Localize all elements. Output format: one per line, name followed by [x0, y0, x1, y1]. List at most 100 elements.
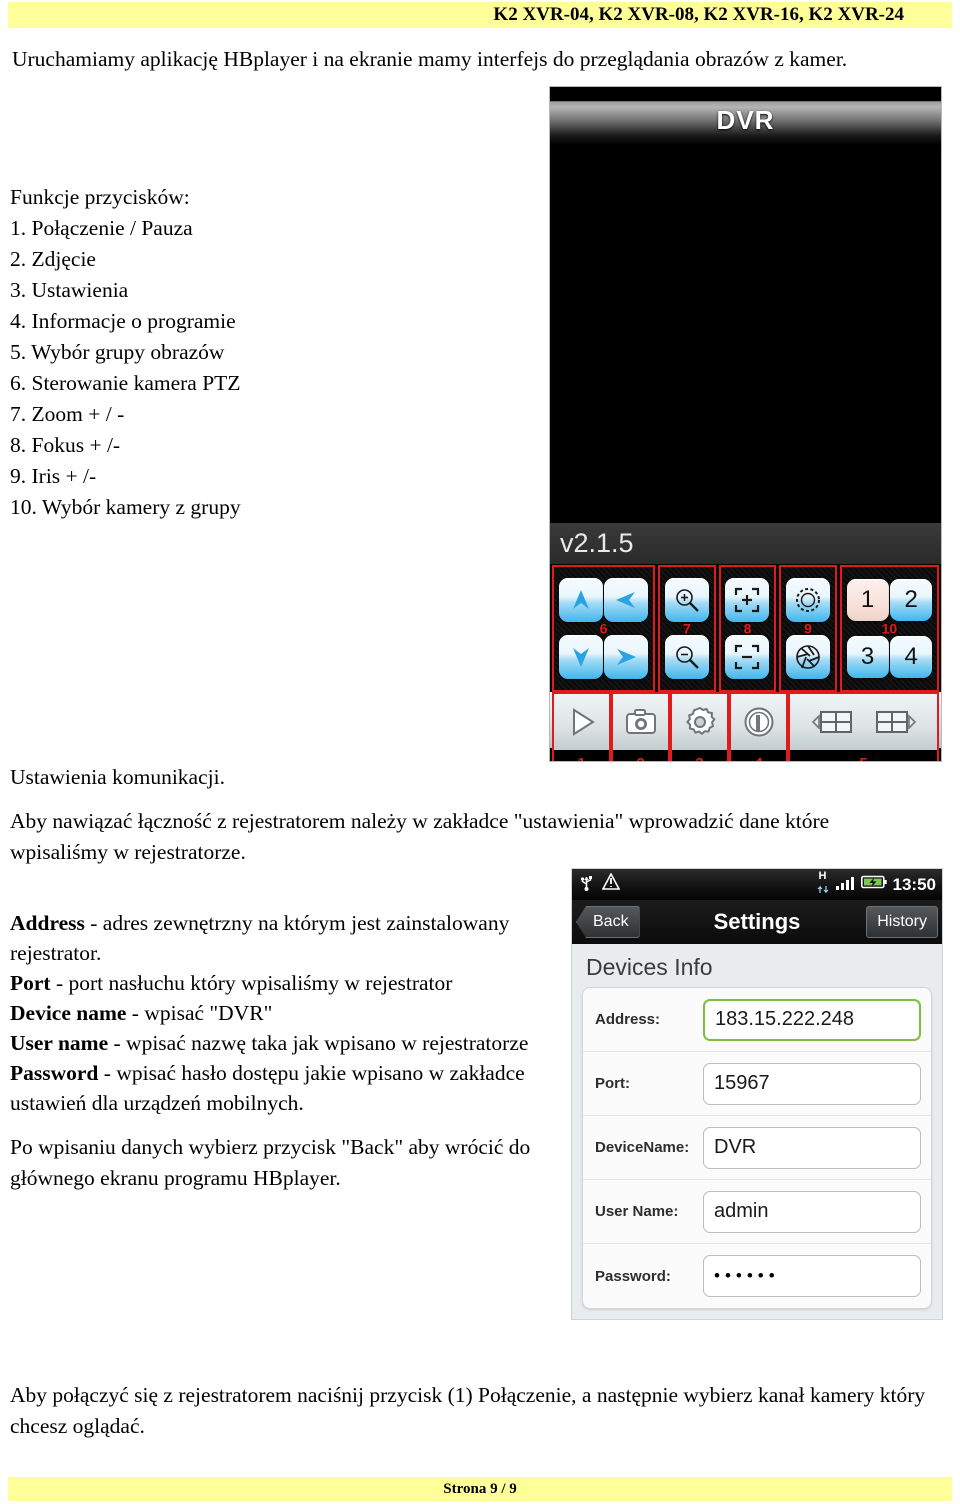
function-item-8: 8. Fokus + /-	[10, 433, 121, 457]
field-text-port: - port nasłuchu który wpisaliśmy w rejes…	[50, 971, 453, 995]
focus-minus-button[interactable]	[725, 635, 770, 680]
document-header-band: K2 XVR-04, K2 XVR-08, K2 XVR-16, K2 XVR-…	[8, 2, 952, 28]
connect-instructions-paragraph: Aby nawiązać łączność z rejestratorem na…	[10, 809, 830, 864]
header-title: K2 XVR-04, K2 XVR-08, K2 XVR-16, K2 XVR-…	[493, 4, 904, 25]
field-term-user-name: User name	[10, 1031, 109, 1055]
field-description-address: Address - adres zewnętrzny na którym jes…	[10, 908, 555, 968]
ptz-right-button[interactable]	[604, 635, 649, 680]
port-label: Port:	[595, 1075, 630, 1092]
signal-icon	[835, 875, 855, 895]
field-description-device-name: Device name - wpisać "DVR"	[10, 998, 555, 1028]
zoom-out-button[interactable]	[664, 635, 709, 680]
field-descriptions-list: Address - adres zewnętrzny na którym jes…	[10, 908, 555, 1118]
status-bar-clock: 13:50	[892, 874, 936, 894]
ptz-direction-group: 6	[552, 565, 656, 692]
device-name-input[interactable]: DVR	[703, 1126, 921, 1169]
ptz-group-number-9: 9	[804, 620, 812, 637]
ptz-group-number-7: 7	[683, 620, 691, 637]
focus-minus-icon	[733, 643, 761, 671]
iris-control-group: 9	[779, 565, 837, 692]
intro-paragraph: Uruchamiamy aplikację HBplayer i na ekra…	[12, 47, 848, 71]
functions-list-title: Funkcje przycisków:	[10, 185, 190, 209]
info-icon	[742, 705, 776, 744]
data-transfer-icon	[817, 882, 829, 898]
dvr-app-screenshot: DVR v2.1.5 6 7 8 9 10 1 2 3 4	[549, 86, 942, 762]
toolbar-number-3: 3	[695, 755, 703, 761]
usb-icon	[578, 873, 595, 896]
channel-button-2[interactable]: 2	[890, 578, 933, 621]
channel-button-4[interactable]: 4	[890, 636, 933, 679]
function-item-2: 2. Zdjęcie	[10, 247, 96, 271]
android-status-bar: H 13:50	[572, 869, 942, 900]
battery-charging-icon	[860, 875, 887, 894]
toolbar-connect-pause-button[interactable]: 1	[552, 692, 611, 761]
channel-select-group: 10 1 2 3 4	[839, 565, 939, 692]
functions-list: Funkcje przycisków: 1. Połączenie / Pauz…	[10, 182, 430, 523]
arrow-left-icon	[613, 587, 639, 613]
zoom-control-group: 7	[658, 565, 716, 692]
focus-plus-button[interactable]	[725, 577, 770, 622]
play-icon	[565, 705, 599, 744]
gear-icon	[683, 705, 717, 744]
ptz-group-number-8: 8	[743, 620, 752, 637]
history-button[interactable]: History	[866, 906, 938, 938]
function-item-1: 1. Połączenie / Pauza	[10, 216, 193, 240]
device-name-label: DeviceName:	[595, 1139, 690, 1156]
function-item-4: 4. Informacje o programie	[10, 309, 236, 333]
group-prev-icon	[805, 707, 857, 742]
password-label: Password:	[595, 1267, 671, 1285]
user-name-field-row: User Name: admin	[583, 1180, 931, 1244]
field-description-user-name: User name - wpisać nazwę taka jak wpisan…	[10, 1028, 555, 1058]
field-text-user-name: - wpisać nazwę taka jak wpisano w rejest…	[108, 1031, 529, 1055]
iris-open-button[interactable]	[786, 577, 831, 622]
communication-settings-heading: Ustawienia komunikacji.	[10, 765, 225, 789]
toolbar-info-button[interactable]: 4	[729, 692, 788, 761]
back-button-instructions-paragraph: Po wpisaniu danych wybierz przycisk "Bac…	[10, 1135, 531, 1190]
user-name-input[interactable]: admin	[703, 1190, 921, 1233]
devices-info-card: Address: 183.15.222.248 Port: 15967 Devi…	[582, 987, 932, 1309]
group-next-icon	[871, 707, 923, 742]
function-item-9: 9. Iris + /-	[10, 464, 97, 488]
function-item-6: 6. Sterowanie kamera PTZ	[10, 371, 241, 395]
zoom-in-button[interactable]	[664, 577, 709, 622]
dvr-bottom-toolbar: 1 2	[550, 692, 941, 761]
arrow-down-icon	[568, 644, 594, 670]
function-item-5: 5. Wybór grupy obrazów	[10, 340, 225, 364]
status-bar-right-icons: H 13:50	[817, 871, 936, 898]
toolbar-settings-button[interactable]: 3	[670, 692, 729, 761]
zoom-out-icon	[673, 643, 701, 671]
toolbar-snapshot-button[interactable]: 2	[611, 692, 670, 761]
devices-info-section-label: Devices Info	[586, 954, 713, 980]
channel-button-3[interactable]: 3	[846, 636, 889, 679]
user-name-label: User Name:	[595, 1203, 679, 1220]
toolbar-number-1: 1	[577, 755, 585, 761]
field-text-device-name: - wpisać "DVR"	[126, 1001, 273, 1025]
toolbar-group-select-button[interactable]: 5	[788, 692, 939, 761]
dvr-video-area[interactable]	[550, 145, 941, 523]
address-input[interactable]: 183.15.222.248	[703, 998, 921, 1041]
password-input[interactable]: ••••••	[703, 1255, 921, 1297]
iris-close-button[interactable]	[786, 635, 831, 680]
port-input[interactable]: 15967	[703, 1062, 921, 1105]
field-description-password: Password - wpisać hasło dostępu jakie wp…	[10, 1058, 555, 1118]
toolbar-group-select-icon-bg	[790, 698, 937, 750]
ptz-down-button[interactable]	[558, 635, 603, 680]
ptz-left-button[interactable]	[604, 577, 649, 622]
dvr-title-bar: DVR	[550, 101, 941, 145]
status-bar-left-icons	[578, 872, 817, 896]
iris-close-icon	[794, 643, 822, 671]
ptz-up-button[interactable]	[558, 577, 603, 622]
field-text-address: - adres zewnętrzny na którym jest zainst…	[10, 911, 510, 965]
function-item-3: 3. Ustawienia	[10, 278, 129, 302]
port-field-row: Port: 15967	[583, 1052, 931, 1116]
arrow-up-icon	[568, 587, 594, 613]
ptz-group-number-10: 10	[881, 620, 898, 637]
page-number-label: Strona 9 / 9	[443, 1481, 517, 1497]
toolbar-snapshot-icon-bg	[613, 698, 668, 750]
channel-button-1[interactable]: 1	[846, 578, 889, 621]
back-button[interactable]: Back	[576, 906, 640, 938]
function-item-10: 10. Wybór kamery z grupy	[10, 495, 241, 519]
device-name-field-row: DeviceName: DVR	[583, 1116, 931, 1180]
address-label: Address:	[595, 1011, 661, 1028]
settings-app-screenshot: H 13:50 Back Settings History Devices In…	[571, 868, 943, 1320]
